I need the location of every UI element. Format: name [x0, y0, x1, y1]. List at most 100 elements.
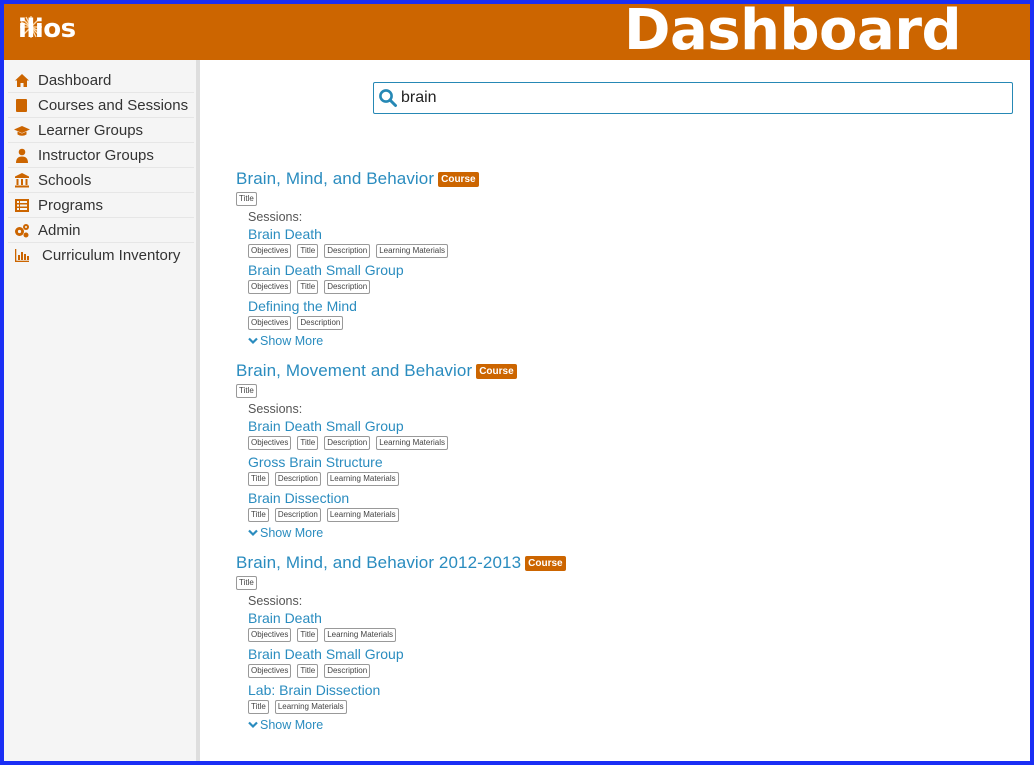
page-title: Dashboard: [624, 4, 962, 63]
course-result: Brain, Mind, and Behavior Course Title S…: [236, 168, 1016, 348]
match-tag: Learning Materials: [326, 508, 399, 522]
session-list: Sessions: Brain Death Objectives Title L…: [248, 594, 1016, 732]
match-tag: Title: [248, 508, 269, 522]
show-more-link[interactable]: Show More: [248, 718, 1016, 732]
book-icon: [12, 97, 32, 113]
search-icon: [379, 89, 397, 107]
cogs-icon: [12, 222, 32, 238]
match-tag: Objectives: [248, 316, 292, 330]
session-title-link[interactable]: Brain Death Small Group: [248, 261, 1016, 279]
sidebar-item-admin[interactable]: Admin: [8, 218, 194, 243]
course-title-link[interactable]: Brain, Mind, and Behavior: [236, 169, 434, 189]
sidebar-item-label: Admin: [38, 221, 81, 239]
sidebar-item-programs[interactable]: Programs: [8, 193, 194, 218]
session-list: Sessions: Brain Death Small Group Object…: [248, 402, 1016, 540]
session-item: Brain Death Objectives Title Learning Ma…: [248, 609, 1016, 642]
sidebar-item-schools[interactable]: Schools: [8, 168, 194, 193]
session-item: Brain Death Objectives Title Description…: [248, 225, 1016, 258]
match-tag: Objectives: [248, 436, 292, 450]
session-title-link[interactable]: Brain Death Small Group: [248, 417, 1016, 435]
show-more-label: Show More: [260, 334, 324, 348]
ilios-logo[interactable]: ilios: [18, 14, 76, 44]
session-list: Sessions: Brain Death Objectives Title D…: [248, 210, 1016, 348]
match-tag: Objectives: [248, 244, 292, 258]
match-tag: Title: [297, 628, 319, 642]
match-tag: Title: [297, 280, 319, 294]
list-alt-icon: [12, 197, 32, 213]
course-title-link[interactable]: Brain, Mind, and Behavior 2012-2013: [236, 553, 521, 573]
match-tag: Objectives: [248, 664, 292, 678]
sidebar-item-dashboard[interactable]: Dashboard: [8, 68, 194, 93]
graduation-cap-icon: [12, 122, 32, 138]
session-title-link[interactable]: Brain Death: [248, 609, 1016, 627]
session-title-link[interactable]: Lab: Brain Dissection: [248, 681, 1016, 699]
match-tag: Description: [324, 280, 371, 294]
user-tie-icon: [12, 147, 32, 163]
session-item: Brain Death Small Group Objectives Title…: [248, 645, 1016, 678]
match-tag: Title: [236, 192, 257, 206]
sessions-label: Sessions:: [248, 210, 303, 224]
match-tag: Description: [274, 472, 321, 486]
show-more-label: Show More: [260, 526, 324, 540]
chevron-down-icon: [248, 529, 258, 537]
sidebar-item-label: Programs: [38, 196, 104, 214]
logo-text: ilios: [18, 14, 76, 44]
sidebar-item-label: Learner Groups: [38, 121, 144, 139]
sidebar-nav: Dashboard Courses and Sessions Learner G…: [4, 60, 200, 761]
sidebar-item-label: Courses and Sessions: [38, 96, 189, 114]
course-result: Brain, Mind, and Behavior 2012-2013 Cour…: [236, 552, 1016, 732]
session-item: Lab: Brain Dissection Title Learning Mat…: [248, 681, 1016, 714]
chevron-down-icon: [248, 337, 258, 345]
university-icon: [12, 172, 32, 188]
sidebar-item-curriculum-inventory[interactable]: Curriculum Inventory: [8, 243, 194, 268]
session-item: Defining the Mind Objectives Description: [248, 297, 1016, 330]
session-title-link[interactable]: Defining the Mind: [248, 297, 1016, 315]
course-result: Brain, Movement and Behavior Course Titl…: [236, 360, 1016, 540]
match-tag: Learning Materials: [376, 244, 449, 258]
course-badge: Course: [476, 363, 517, 379]
match-tag: Learning Materials: [324, 628, 396, 642]
session-title-link[interactable]: Brain Dissection: [248, 489, 1016, 507]
search-results: Brain, Mind, and Behavior Course Title S…: [236, 168, 1016, 744]
match-tag: Title: [297, 244, 319, 258]
match-tag: Title: [248, 472, 269, 486]
session-title-link[interactable]: Gross Brain Structure: [248, 453, 1016, 471]
sidebar-item-label: Instructor Groups: [38, 146, 154, 164]
chevron-down-icon: [248, 721, 258, 729]
course-badge: Course: [438, 171, 479, 187]
show-more-link[interactable]: Show More: [248, 334, 1016, 348]
sidebar-item-label: Curriculum Inventory: [42, 247, 181, 264]
match-tag: Description: [297, 316, 344, 330]
session-item: Gross Brain Structure Title Description …: [248, 453, 1016, 486]
sidebar-item-instructor-groups[interactable]: Instructor Groups: [8, 143, 194, 168]
match-tag: Description: [324, 664, 371, 678]
match-tag: Title: [297, 436, 319, 450]
show-more-link[interactable]: Show More: [248, 526, 1016, 540]
top-header: ilios Dashboard: [4, 4, 1030, 63]
show-more-label: Show More: [260, 718, 324, 732]
session-title-link[interactable]: Brain Death Small Group: [248, 645, 1016, 663]
bar-chart-icon: [12, 248, 32, 264]
sidebar-item-learner-groups[interactable]: Learner Groups: [8, 118, 194, 143]
sidebar-item-courses-and-sessions[interactable]: Courses and Sessions: [8, 93, 194, 118]
sessions-label: Sessions:: [248, 402, 303, 416]
session-item: Brain Death Small Group Objectives Title…: [248, 261, 1016, 294]
session-item: Brain Dissection Title Description Learn…: [248, 489, 1016, 522]
match-tag: Description: [324, 244, 371, 258]
course-title-link[interactable]: Brain, Movement and Behavior: [236, 361, 472, 381]
match-tag: Objectives: [248, 280, 292, 294]
sidebar-item-label: Dashboard: [38, 71, 112, 89]
session-item: Brain Death Small Group Objectives Title…: [248, 417, 1016, 450]
sidebar-item-label: Schools: [38, 171, 92, 189]
match-tag: Learning Materials: [376, 436, 449, 450]
match-tag: Objectives: [248, 628, 292, 642]
session-title-link[interactable]: Brain Death: [248, 225, 1016, 243]
match-tag: Learning Materials: [326, 472, 399, 486]
course-badge: Course: [525, 555, 566, 571]
match-tag: Description: [274, 508, 321, 522]
match-tag: Title: [297, 664, 319, 678]
match-tag: Learning Materials: [274, 700, 347, 714]
search-input[interactable]: [401, 84, 1012, 112]
match-tag: Description: [324, 436, 371, 450]
search-box: [373, 82, 1013, 114]
